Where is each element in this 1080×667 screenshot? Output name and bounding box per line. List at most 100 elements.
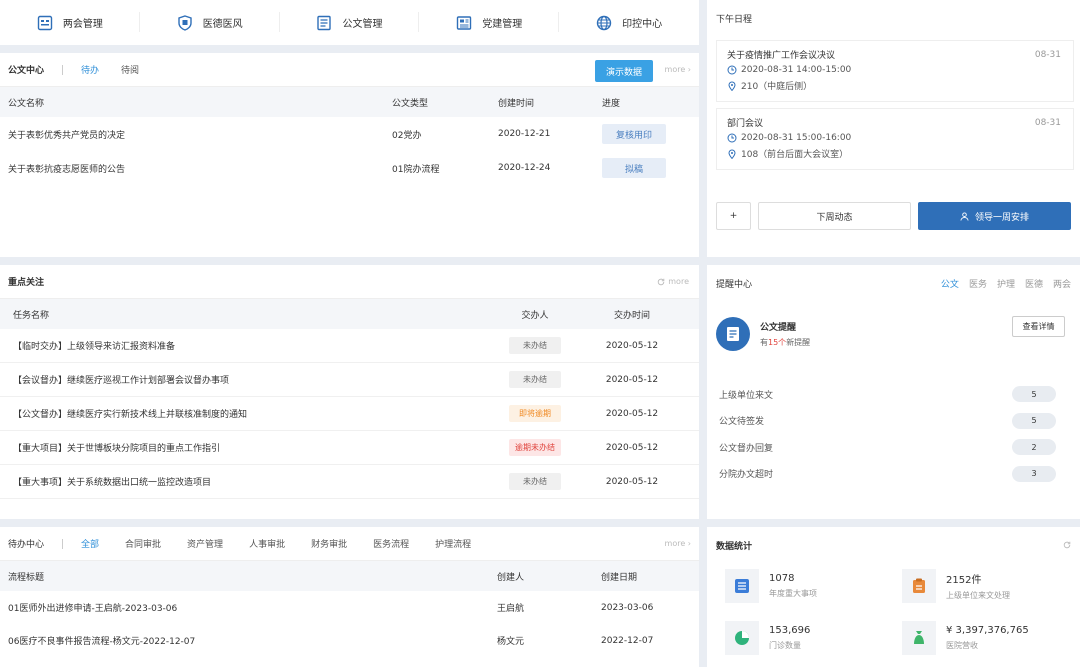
- tab-gongwen[interactable]: 公文: [941, 277, 959, 290]
- reminder-label: 上级单位来文: [719, 390, 774, 401]
- view-details-button[interactable]: 查看详情: [1012, 316, 1065, 337]
- event-place: 108（前台后面大会议室）: [741, 150, 849, 160]
- nav-label: 医德医风: [202, 19, 243, 30]
- stat-value: 153,696: [769, 625, 811, 636]
- assign-date: 2020-05-12: [605, 374, 659, 385]
- col-assigner: 交办人: [521, 310, 549, 321]
- stat-revenue: ¥ 3,397,376,765 医院营收: [902, 621, 1029, 655]
- flow-title: 01医师外出进修申请-王启航-2023-03-06: [8, 604, 178, 614]
- progress-button[interactable]: 复核用印: [602, 124, 666, 144]
- table-row[interactable]: 【临时交办】上级领导来访汇报资料准备 未办结 2020-05-12: [0, 329, 699, 363]
- reminder-summary: 公文提醒 有15个新提醒: [716, 317, 810, 351]
- nav-item-yide[interactable]: 医德医风: [140, 0, 280, 45]
- event-title: 部门会议: [727, 119, 764, 129]
- tab-to-read[interactable]: 待阅: [121, 63, 139, 76]
- clock-icon: [727, 133, 737, 143]
- document-icon: [317, 15, 332, 30]
- top-nav: 两会管理 医德医风 公文管理 党建管理 印控中心: [0, 0, 699, 45]
- reminder-count: 2: [1012, 439, 1056, 456]
- status-badge: 未办结: [509, 371, 561, 388]
- tab-yiwu[interactable]: 医务: [969, 277, 987, 290]
- event-time: 2020-08-31 15:00-16:00: [741, 133, 852, 143]
- stat-value: ¥ 3,397,376,765: [946, 625, 1029, 636]
- todo-tab[interactable]: 财务审批: [311, 537, 347, 550]
- table-row[interactable]: 06医疗不良事件报告流程-杨文元-2022-12-07 杨文元 2022-12-…: [0, 624, 699, 657]
- more-link[interactable]: more ›: [665, 539, 691, 548]
- assigner-cell: 未办结: [480, 371, 590, 388]
- doc-type: 01院办流程: [392, 164, 440, 175]
- location-pin-icon: [728, 149, 736, 159]
- reminder-label: 分院办文超时: [719, 470, 774, 481]
- add-button[interactable]: +: [716, 202, 751, 230]
- event-date: 08-31: [1034, 117, 1061, 128]
- col-date: 创建时间: [498, 98, 535, 109]
- todo-tab[interactable]: 合同审批: [125, 537, 161, 550]
- progress-button[interactable]: 拟稿: [602, 158, 666, 178]
- nav-item-dangjian[interactable]: 党建管理: [419, 0, 559, 45]
- task-name: 【重大项目】关于世博板块分院项目的重点工作指引: [13, 444, 221, 454]
- globe-icon: [596, 15, 612, 30]
- doc-date: 2020-12-21: [498, 129, 551, 139]
- focus-header: 重点关注 more: [0, 265, 699, 299]
- table-row[interactable]: 关于表彰抗疫志愿医师的公告 01院办流程 2020-12-24 拟稿: [0, 151, 699, 185]
- refresh-more-link[interactable]: more: [657, 277, 689, 286]
- schedule-card[interactable]: 部门会议 08-31 2020-08-31 15:00-16:00 108（前台…: [716, 108, 1074, 170]
- todo-title: 待办中心: [8, 540, 45, 550]
- nav-item-gongwen[interactable]: 公文管理: [280, 0, 420, 45]
- todo-tab[interactable]: 医务流程: [373, 537, 409, 550]
- table-row[interactable]: 【公文督办】继续医疗实行新技术线上并联核准制度的通知 即将逾期 2020-05-12: [0, 397, 699, 431]
- schedule-card[interactable]: 关于疫情推广工作会议决议 08-31 2020-08-31 14:00-15:0…: [716, 40, 1074, 102]
- flow-date: 2022-12-07: [601, 635, 654, 646]
- divider: [62, 538, 64, 549]
- doc-alert-icon: [716, 317, 750, 351]
- nav-item-lianghui[interactable]: 两会管理: [0, 0, 140, 45]
- nav-label: 党建管理: [482, 19, 523, 30]
- nav-label: 公文管理: [342, 19, 383, 30]
- count-value: 15个: [768, 338, 787, 347]
- reminder-item[interactable]: 公文督办回复 2: [719, 434, 1056, 461]
- more-link[interactable]: more ›: [665, 65, 691, 74]
- leader-week-button[interactable]: 领导一周安排: [918, 202, 1071, 230]
- col-time: 交办时间: [613, 310, 650, 321]
- reminder-item[interactable]: 分院办文超时 3: [719, 461, 1056, 488]
- stat-label: 门诊数量: [769, 641, 801, 650]
- table-row[interactable]: 01医师外出进修申请-王启航-2023-03-06 王启航 2023-03-06: [0, 591, 699, 624]
- nav-item-yinkong[interactable]: 印控中心: [559, 0, 699, 45]
- stat-major-items: 1078 年度重大事项: [725, 569, 817, 603]
- todo-tab[interactable]: 人事审批: [249, 537, 285, 550]
- col-title: 流程标题: [8, 572, 45, 583]
- stat-outpatients: 153,696 门诊数量: [725, 621, 810, 655]
- tab-yide[interactable]: 医德: [1025, 277, 1043, 290]
- todo-tabs: 全部 合同审批 资产管理 人事审批 财务审批 医务流程 护理流程: [81, 537, 497, 550]
- assign-date: 2020-05-12: [605, 442, 659, 453]
- reminder-count-text: 有15个新提醒: [760, 337, 810, 348]
- col-type: 公文类型: [392, 98, 429, 109]
- demo-data-button[interactable]: 演示数据: [595, 60, 653, 82]
- assigner-cell: 逾期未办结: [480, 439, 590, 456]
- col-progress: 进度: [602, 98, 621, 109]
- todo-tab[interactable]: 资产管理: [187, 537, 223, 550]
- assign-date: 2020-05-12: [605, 476, 659, 487]
- reminder-item[interactable]: 公文待签发 5: [719, 408, 1056, 435]
- todo-tab[interactable]: 全部: [81, 537, 99, 550]
- stat-label: 上级单位来文处理: [946, 591, 1010, 600]
- table-row[interactable]: 关于表彰优秀共产党员的决定 02党办 2020-12-21 复核用印: [0, 117, 699, 151]
- tab-pending[interactable]: 待办: [81, 63, 99, 76]
- next-week-button[interactable]: 下周动态: [758, 202, 911, 230]
- reminder-count: 5: [1012, 386, 1056, 403]
- table-row[interactable]: 【重大项目】关于世博板块分院项目的重点工作指引 逾期未办结 2020-05-12: [0, 431, 699, 465]
- tab-huli[interactable]: 护理: [997, 277, 1015, 290]
- doc-center-panel: 公文中心 待办 待阅 演示数据 more › 公文名称 公文类型 创建时间 进度…: [0, 53, 699, 257]
- nav-label: 两会管理: [62, 19, 103, 30]
- tab-lianghui[interactable]: 两会: [1053, 277, 1071, 290]
- table-row[interactable]: 【重大事项】关于系统数据出口统一监控改造项目 未办结 2020-05-12: [0, 465, 699, 499]
- doc-center-title: 公文中心: [8, 66, 45, 76]
- flow-creator: 杨文元: [497, 637, 525, 647]
- refresh-icon[interactable]: [1063, 541, 1071, 549]
- reminder-item[interactable]: 上级单位来文 5: [719, 381, 1056, 408]
- task-name: 【临时交办】上级领导来访汇报资料准备: [13, 342, 176, 352]
- todo-tab[interactable]: 护理流程: [435, 537, 471, 550]
- table-row[interactable]: 【会议督办】继续医疗巡视工作计划部署会议督办事项 未办结 2020-05-12: [0, 363, 699, 397]
- reminder-count: 5: [1012, 412, 1056, 429]
- event-title: 关于疫情推广工作会议决议: [727, 51, 836, 61]
